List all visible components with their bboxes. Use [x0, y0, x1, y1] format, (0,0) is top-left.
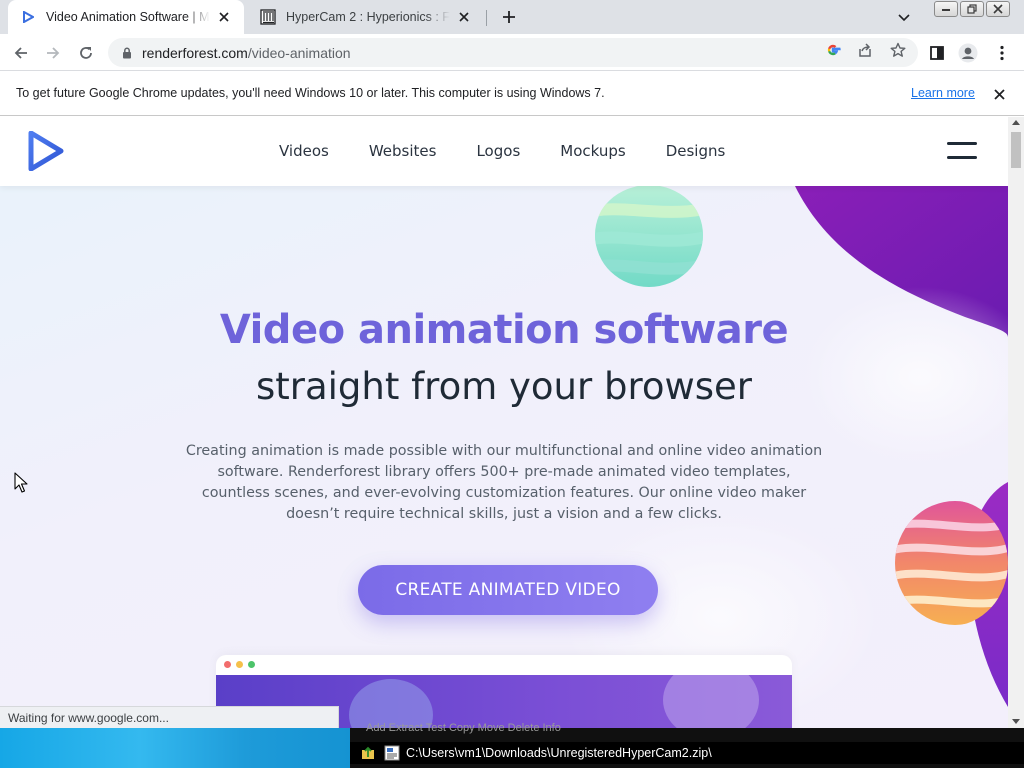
reload-button[interactable]	[73, 40, 99, 66]
minimize-button[interactable]	[934, 1, 958, 17]
scroll-down-arrow-icon	[1012, 719, 1020, 724]
scroll-up-arrow-icon	[1012, 120, 1020, 125]
mouse-cursor-icon	[14, 472, 28, 493]
learn-more-link[interactable]: Learn more	[911, 86, 975, 100]
windows-taskbar	[0, 728, 350, 768]
reload-icon	[80, 47, 92, 59]
page-scrollbar[interactable]	[1008, 117, 1024, 728]
window-dots	[224, 661, 255, 668]
hero-description: Creating animation is made possible with…	[185, 443, 823, 522]
nav-logos[interactable]: Logos	[476, 142, 520, 160]
close-tab-icon[interactable]	[214, 7, 234, 27]
teal-sphere-decoration	[595, 185, 703, 287]
nav-designs[interactable]: Designs	[666, 142, 726, 160]
tab-separator	[486, 10, 487, 26]
close-icon[interactable]	[990, 85, 1008, 103]
folder-up-icon[interactable]	[360, 745, 376, 761]
tab-hypercam[interactable]: HyperCam 2 : Hyperionics : Free	[248, 0, 484, 34]
more-menu-icon[interactable]	[992, 43, 1012, 63]
update-infobar: To get future Google Chrome updates, you…	[0, 71, 1024, 116]
yellow-dot-icon	[236, 661, 243, 668]
hamburger-menu-icon[interactable]	[947, 141, 977, 161]
green-dot-icon	[248, 661, 255, 668]
nav-videos[interactable]: Videos	[279, 142, 329, 160]
share-icon[interactable]	[856, 41, 874, 59]
plus-icon	[503, 11, 515, 23]
new-tab-button[interactable]	[497, 5, 521, 29]
tab-search-button[interactable]	[893, 7, 915, 29]
forward-button[interactable]	[40, 40, 66, 66]
close-tab-icon[interactable]	[454, 7, 474, 27]
scrollbar-thumb[interactable]	[1011, 132, 1021, 168]
address-bar[interactable]: renderforest.com/video-animation	[108, 38, 918, 67]
red-dot-icon	[224, 661, 231, 668]
close-window-button[interactable]	[986, 1, 1010, 17]
restore-button[interactable]	[960, 1, 984, 17]
tab-title: Video Animation Software | Make	[46, 10, 210, 24]
lock-icon[interactable]	[120, 46, 134, 60]
url-domain: renderforest.com	[142, 44, 248, 61]
infobar-message: To get future Google Chrome updates, you…	[16, 86, 605, 100]
side-panel-icon[interactable]	[927, 43, 947, 63]
screen: Video Animation Software | Make HyperCam…	[0, 0, 1024, 768]
close-icon	[993, 4, 1003, 14]
browser-tab-strip: Video Animation Software | Make HyperCam…	[0, 0, 1024, 34]
winrar-toolbar-labels: Add Extract Test Copy Move Delete Info	[366, 722, 561, 734]
back-button[interactable]	[8, 40, 34, 66]
minimize-icon	[942, 9, 950, 11]
tab-video-animation[interactable]: Video Animation Software | Make	[8, 0, 244, 34]
web-page: Videos Websites Logos Mockups Designs Vi…	[0, 117, 1008, 728]
google-g-icon[interactable]	[824, 41, 842, 59]
restore-icon	[967, 4, 977, 14]
url-path: /video-animation	[247, 44, 351, 61]
main-nav: Videos Websites Logos Mockups Designs	[279, 142, 725, 160]
chevron-down-icon	[898, 14, 910, 22]
browser-toolbar: renderforest.com/video-animation	[0, 34, 1024, 71]
archive-path: C:\Users\vm1\Downloads\UnregisteredHyper…	[406, 746, 712, 760]
hero-title: Video animation software	[219, 307, 789, 353]
zip-archive-icon	[384, 745, 400, 761]
striped-sphere-decoration	[895, 501, 1008, 625]
status-bubble: Waiting for www.google.com...	[0, 706, 339, 728]
arrow-left-icon	[14, 47, 27, 59]
winrar-window: Add Extract Test Copy Move Delete Info C…	[350, 722, 1024, 768]
site-header: Videos Websites Logos Mockups Designs	[0, 117, 1008, 186]
renderforest-logo[interactable]	[28, 131, 64, 171]
arrow-right-icon	[47, 47, 60, 59]
hero-background-shapes	[560, 186, 1008, 727]
tab-title: HyperCam 2 : Hyperionics : Free	[286, 10, 450, 24]
window-controls	[934, 1, 1010, 17]
hero-subtitle: straight from your browser	[255, 365, 752, 408]
nav-websites[interactable]: Websites	[369, 142, 437, 160]
archive-building-icon	[260, 9, 276, 25]
create-animated-video-button[interactable]: CREATE ANIMATED VIDEO	[358, 565, 658, 615]
url-text: renderforest.com/video-animation	[142, 45, 351, 61]
profile-avatar-icon[interactable]	[958, 43, 978, 63]
bookmark-star-icon[interactable]	[889, 41, 907, 59]
renderforest-play-icon	[20, 9, 36, 25]
winrar-path-bar: C:\Users\vm1\Downloads\UnregisteredHyper…	[350, 742, 1024, 764]
nav-mockups[interactable]: Mockups	[560, 142, 625, 160]
